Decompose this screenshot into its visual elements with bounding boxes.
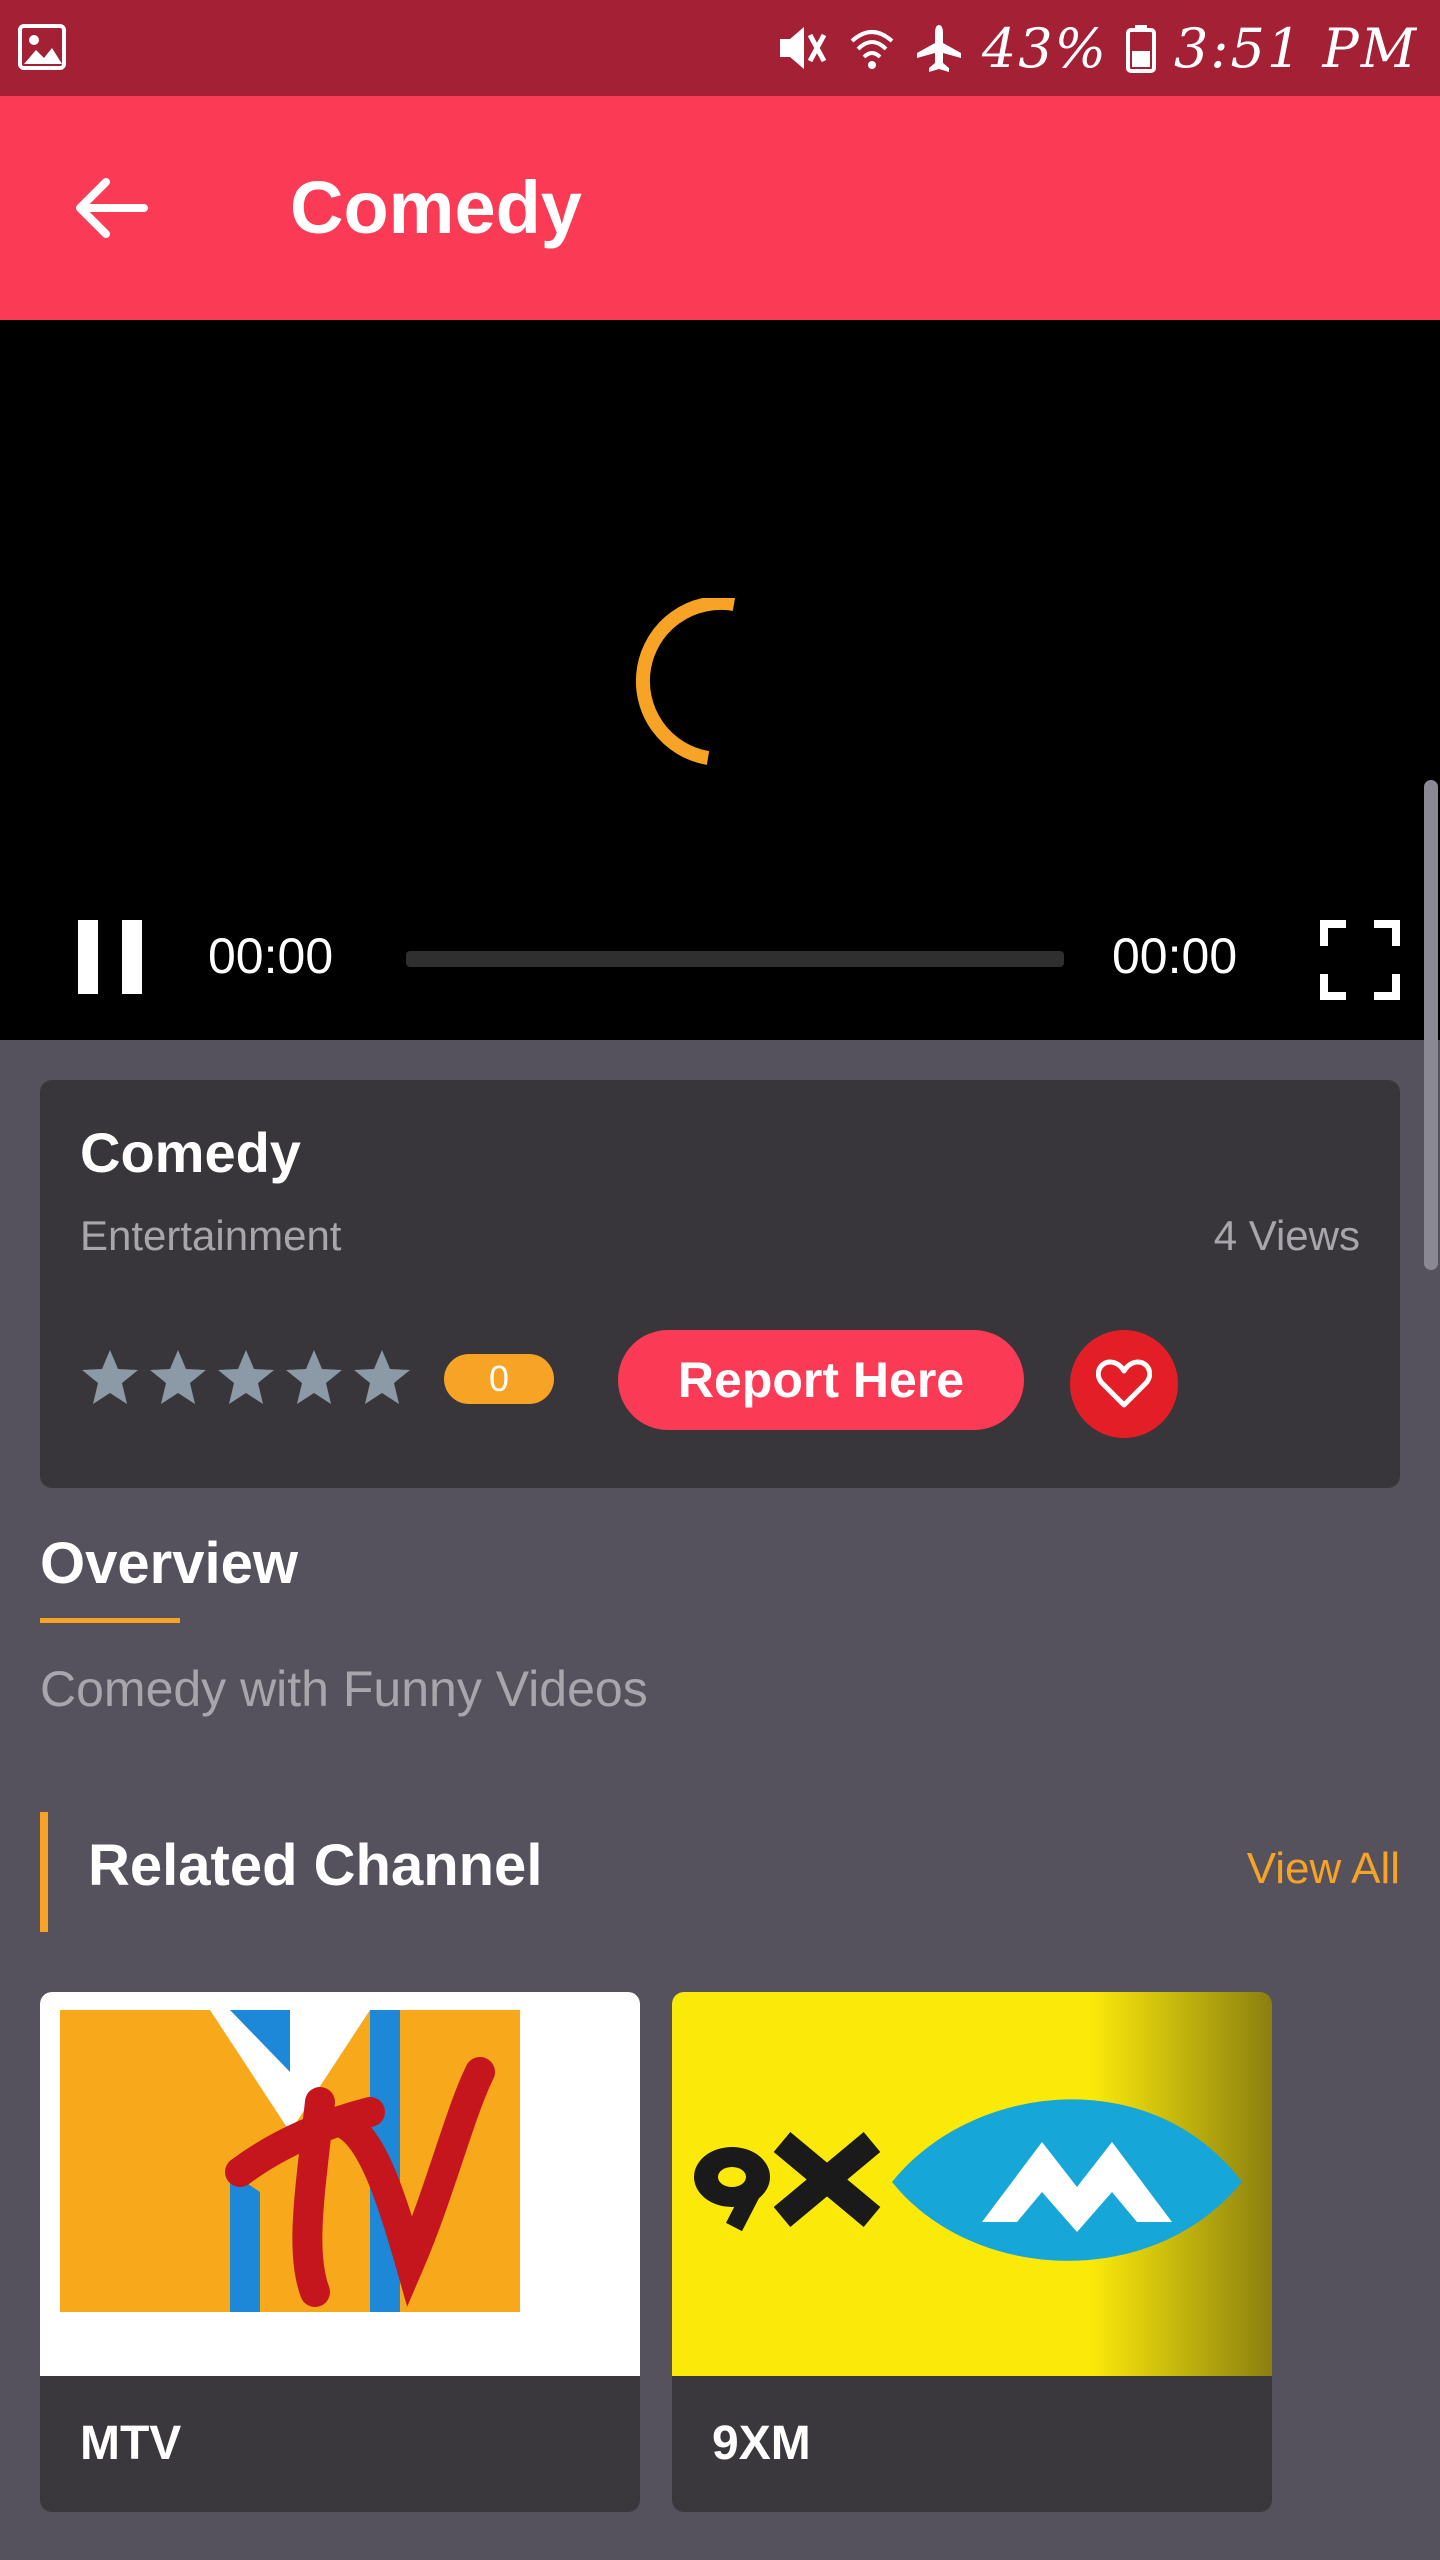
channel-name: MTV bbox=[80, 2417, 182, 2470]
rating-count-badge: 0 bbox=[444, 1354, 554, 1404]
loading-spinner-icon bbox=[635, 598, 736, 765]
current-time: 00:00 bbox=[208, 928, 334, 984]
report-button[interactable]: Report Here bbox=[618, 1330, 1024, 1430]
star-icon[interactable] bbox=[284, 1348, 344, 1406]
overview-underline bbox=[40, 1618, 180, 1623]
seek-bar[interactable] bbox=[406, 951, 1064, 967]
battery-percent: 43% bbox=[981, 16, 1108, 80]
airplane-icon bbox=[916, 25, 961, 72]
star-rating[interactable] bbox=[80, 1348, 412, 1406]
star-icon[interactable] bbox=[148, 1348, 208, 1406]
view-all-link[interactable]: View All bbox=[1247, 1844, 1400, 1894]
clock: 3:51 PM bbox=[1173, 16, 1418, 80]
channel-card-mtv[interactable]: MTV bbox=[40, 1992, 640, 2512]
gallery-icon bbox=[18, 24, 66, 70]
section-accent-bar bbox=[40, 1812, 48, 1932]
9xm-logo bbox=[672, 1992, 1272, 2376]
scrollbar[interactable] bbox=[1424, 780, 1438, 1270]
view-count: 4 Views bbox=[1213, 1212, 1360, 1259]
video-player[interactable]: 00:00 00:00 bbox=[0, 320, 1440, 1040]
mute-icon bbox=[779, 27, 827, 69]
favorite-button[interactable] bbox=[1070, 1330, 1178, 1438]
video-title: Comedy bbox=[80, 1121, 301, 1184]
duration-time: 00:00 bbox=[1112, 928, 1238, 984]
overview-description: Comedy with Funny Videos bbox=[40, 1661, 648, 1717]
star-icon[interactable] bbox=[80, 1348, 140, 1406]
star-icon[interactable] bbox=[352, 1348, 412, 1406]
arrow-left-icon[interactable] bbox=[60, 158, 160, 258]
related-channel-heading: Related Channel bbox=[88, 1833, 543, 1898]
channel-name: 9XM bbox=[712, 2417, 811, 2470]
wifi-icon bbox=[850, 30, 894, 69]
battery-icon bbox=[1125, 25, 1156, 73]
fullscreen-icon[interactable] bbox=[1320, 920, 1400, 1000]
overview-heading: Overview bbox=[40, 1531, 298, 1596]
heart-icon bbox=[1096, 1359, 1152, 1408]
mtv-logo bbox=[40, 1992, 640, 2376]
video-info-card: Comedy Entertainment 4 Views 0 Report He… bbox=[40, 1080, 1400, 1488]
pause-icon[interactable] bbox=[78, 920, 144, 994]
page-title: Comedy bbox=[290, 166, 582, 249]
channel-card-9xm[interactable]: 9XM bbox=[672, 1992, 1272, 2512]
star-icon[interactable] bbox=[216, 1348, 276, 1406]
video-category: Entertainment bbox=[80, 1212, 342, 1259]
status-bar: 43% 3:51 PM bbox=[0, 0, 1440, 96]
app-bar: Comedy bbox=[0, 96, 1440, 320]
